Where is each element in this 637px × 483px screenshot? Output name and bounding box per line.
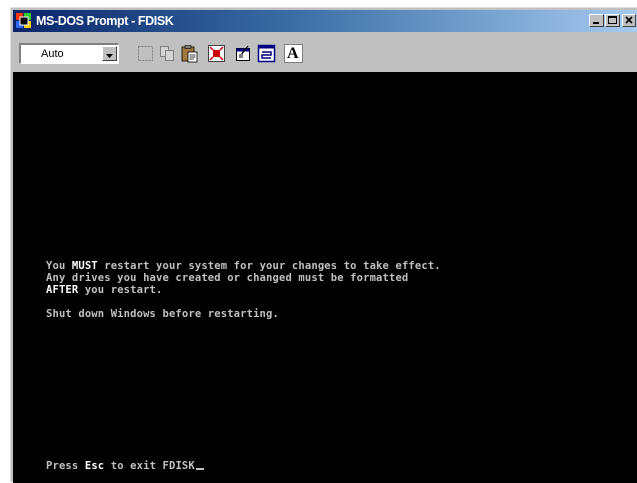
font-button-label: A: [287, 45, 299, 62]
console-screen[interactable]: You MUST restart your system for your ch…: [13, 72, 637, 483]
background-icon: [257, 44, 276, 63]
text-cursor: [195, 468, 204, 470]
console-highlight-must: MUST: [71, 260, 98, 272]
title-bar[interactable]: MS-DOS Prompt - FDISK: [13, 10, 637, 32]
console-highlight-esc: Esc: [84, 460, 105, 472]
properties-button[interactable]: [233, 43, 254, 64]
console-text: restart your system for your changes to …: [97, 260, 441, 272]
console-text: you restart.: [78, 284, 163, 296]
console-line-drives: Any drives you have created or changed m…: [46, 272, 409, 284]
font-button[interactable]: A: [283, 43, 304, 64]
window-title: MS-DOS Prompt - FDISK: [36, 14, 174, 28]
fullscreen-icon: [208, 45, 225, 62]
background-button[interactable]: [256, 43, 277, 64]
ms-dos-window: MS-DOS Prompt - FDISK Auto A You MUST re…: [10, 7, 637, 483]
chevron-down-icon: [106, 54, 113, 58]
font-size-select[interactable]: Auto: [19, 43, 119, 64]
paste-button[interactable]: [179, 43, 200, 64]
console-text: Press: [46, 460, 85, 472]
console-highlight-after: AFTER: [46, 284, 79, 296]
fullscreen-button[interactable]: [206, 43, 227, 64]
console-line-shutdown: Shut down Windows before restarting.: [46, 308, 279, 320]
paste-icon: [181, 45, 198, 63]
mark-icon: [138, 46, 153, 61]
properties-icon: [236, 45, 250, 61]
minimize-button[interactable]: [589, 14, 604, 27]
console-text: You: [46, 260, 72, 272]
ms-dos-app-icon[interactable]: [16, 13, 32, 29]
copy-button[interactable]: [157, 43, 178, 64]
console-line-restart: You MUST restart your system for your ch…: [46, 260, 441, 272]
mark-button[interactable]: [135, 43, 156, 64]
maximize-icon: [608, 16, 617, 24]
maximize-button[interactable]: [605, 14, 620, 27]
console-line-after: AFTER you restart.: [46, 284, 163, 296]
console-text: to exit FDISK: [104, 460, 195, 472]
copy-icon: [160, 46, 174, 61]
close-icon: [625, 16, 633, 24]
console-prompt-line: Press Esc to exit FDISK: [46, 460, 204, 472]
toolbar: Auto A: [13, 35, 637, 69]
close-button[interactable]: [622, 14, 636, 27]
font-size-value: Auto: [41, 48, 64, 60]
dropdown-arrow-button[interactable]: [102, 46, 117, 61]
minimize-icon: [593, 22, 599, 24]
